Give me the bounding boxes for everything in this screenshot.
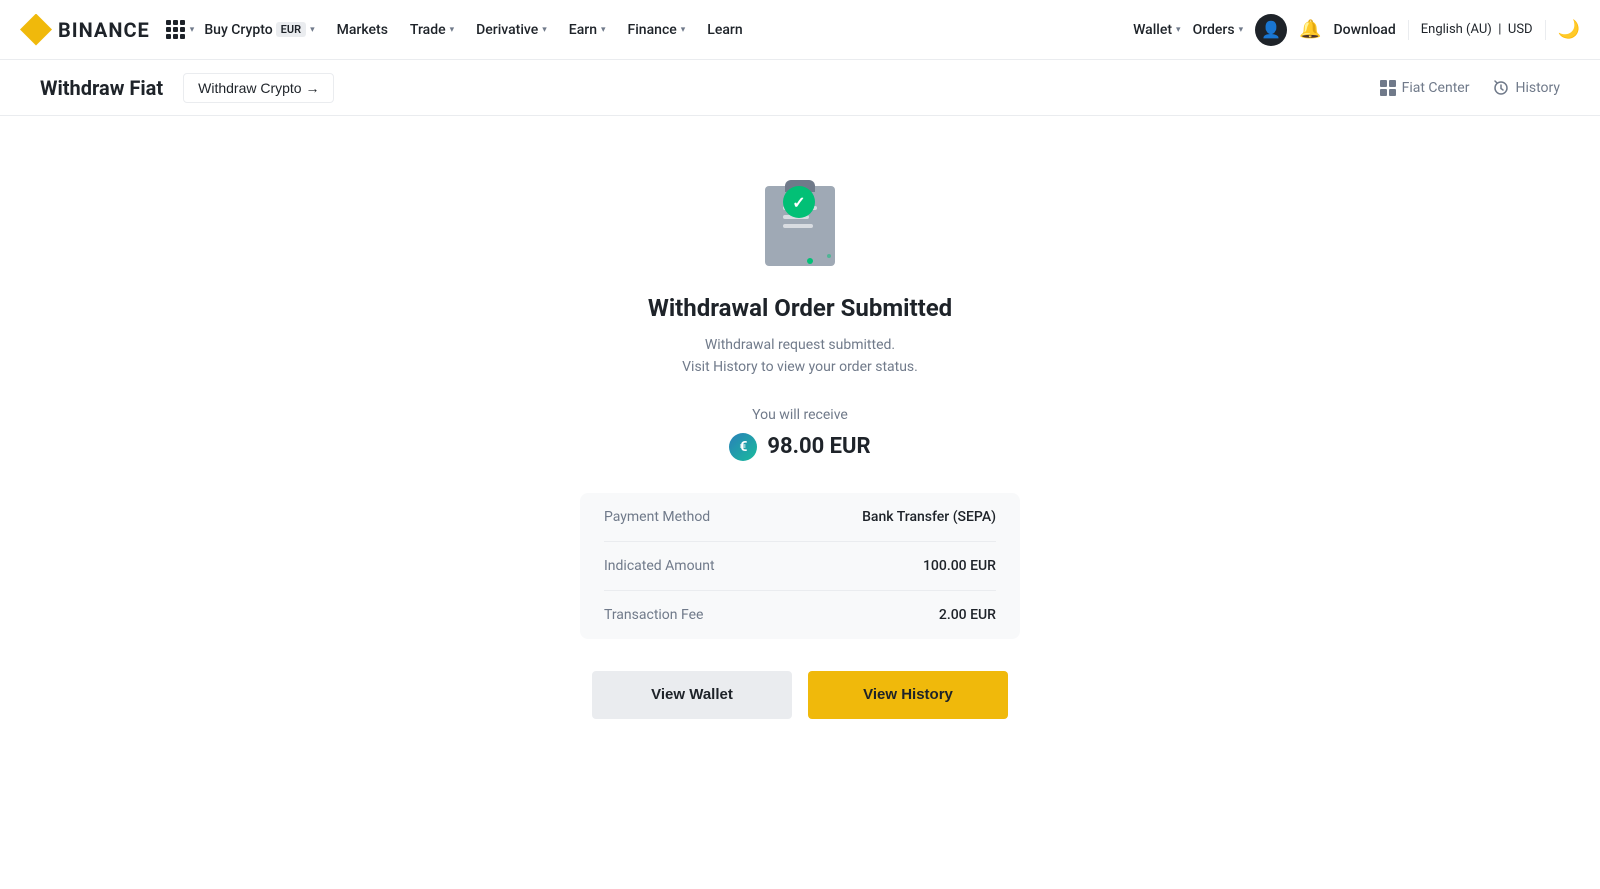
- nav-learn[interactable]: Learn: [697, 0, 752, 60]
- nav-main: Buy Crypto EUR ▾ Markets Trade ▾ Derivat…: [194, 0, 1133, 60]
- check-circle-icon: ✓: [783, 186, 815, 218]
- transaction-fee-value: 2.00 EUR: [939, 607, 996, 623]
- payment-method-value: Bank Transfer (SEPA): [862, 509, 996, 525]
- history-icon: [1493, 80, 1509, 96]
- subheader-right: Fiat Center History: [1380, 80, 1560, 96]
- withdraw-crypto-button[interactable]: Withdraw Crypto →: [183, 73, 334, 103]
- user-avatar[interactable]: 👤: [1255, 14, 1287, 46]
- payment-method-label: Payment Method: [604, 509, 710, 525]
- binance-logo-diamond: [20, 14, 52, 46]
- trade-chevron: ▾: [450, 25, 455, 35]
- nav-earn[interactable]: Earn ▾: [559, 0, 616, 60]
- logo[interactable]: BINANCE: [20, 14, 150, 46]
- notification-bell-icon[interactable]: 🔔: [1299, 19, 1321, 40]
- nav-markets[interactable]: Markets: [327, 0, 398, 60]
- history-link[interactable]: History: [1493, 80, 1560, 96]
- fiat-center-link[interactable]: Fiat Center: [1380, 80, 1470, 96]
- user-icon: 👤: [1261, 20, 1281, 39]
- indicated-amount-label: Indicated Amount: [604, 558, 715, 574]
- page-title: Withdraw Fiat: [40, 76, 163, 100]
- dark-mode-toggle[interactable]: 🌙: [1558, 19, 1580, 40]
- dot-decoration: [807, 258, 813, 264]
- language-selector[interactable]: English (AU) | USD: [1421, 22, 1533, 37]
- wallet-chevron: ▾: [1176, 25, 1181, 35]
- nav-finance[interactable]: Finance ▾: [618, 0, 696, 60]
- nav-right: Wallet ▾ Orders ▾ 👤 🔔 Download English (…: [1133, 14, 1580, 46]
- orders-chevron: ▾: [1239, 25, 1244, 35]
- view-wallet-button[interactable]: View Wallet: [592, 671, 792, 719]
- derivative-chevron: ▾: [542, 25, 547, 35]
- dot-decoration2: [827, 254, 831, 258]
- eur-currency-icon: €: [729, 433, 757, 461]
- buy-crypto-chevron: ▾: [310, 25, 315, 35]
- grid-icon[interactable]: [166, 20, 185, 39]
- navbar: BINANCE ▾ Buy Crypto EUR ▾ Markets Trade…: [0, 0, 1600, 60]
- fiat-center-icon: [1380, 80, 1396, 96]
- nav-wallet[interactable]: Wallet ▾: [1133, 22, 1180, 38]
- divider2: [1545, 20, 1546, 40]
- nav-orders[interactable]: Orders ▾: [1193, 22, 1244, 38]
- subheader-left: Withdraw Fiat Withdraw Crypto →: [40, 73, 334, 103]
- receive-value: 98.00 EUR: [767, 434, 870, 459]
- transaction-fee-row: Transaction Fee 2.00 EUR: [604, 591, 996, 639]
- transaction-fee-label: Transaction Fee: [604, 607, 703, 623]
- view-history-button[interactable]: View History: [808, 671, 1008, 719]
- nav-download[interactable]: Download: [1334, 22, 1396, 38]
- success-illustration: ✓: [755, 176, 845, 266]
- payment-method-row: Payment Method Bank Transfer (SEPA): [604, 493, 996, 542]
- divider: [1408, 20, 1409, 40]
- details-table: Payment Method Bank Transfer (SEPA) Indi…: [580, 493, 1020, 639]
- success-title: Withdrawal Order Submitted: [648, 294, 952, 322]
- receive-label: You will receive: [752, 407, 848, 423]
- nav-trade[interactable]: Trade ▾: [400, 0, 464, 60]
- subheader: Withdraw Fiat Withdraw Crypto → Fiat Cen…: [0, 60, 1600, 116]
- nav-derivative[interactable]: Derivative ▾: [466, 0, 557, 60]
- success-subtitle: Withdrawal request submitted. Visit Hist…: [682, 334, 918, 379]
- receive-amount: € 98.00 EUR: [729, 433, 870, 461]
- binance-logo-text: BINANCE: [58, 18, 150, 42]
- main-content: ✓ Withdrawal Order Submitted Withdrawal …: [0, 116, 1600, 889]
- action-buttons: View Wallet View History: [592, 671, 1008, 719]
- earn-chevron: ▾: [601, 25, 606, 35]
- nav-buy-crypto[interactable]: Buy Crypto EUR ▾: [194, 0, 324, 60]
- indicated-amount-value: 100.00 EUR: [923, 558, 996, 574]
- indicated-amount-row: Indicated Amount 100.00 EUR: [604, 542, 996, 591]
- finance-chevron: ▾: [681, 25, 686, 35]
